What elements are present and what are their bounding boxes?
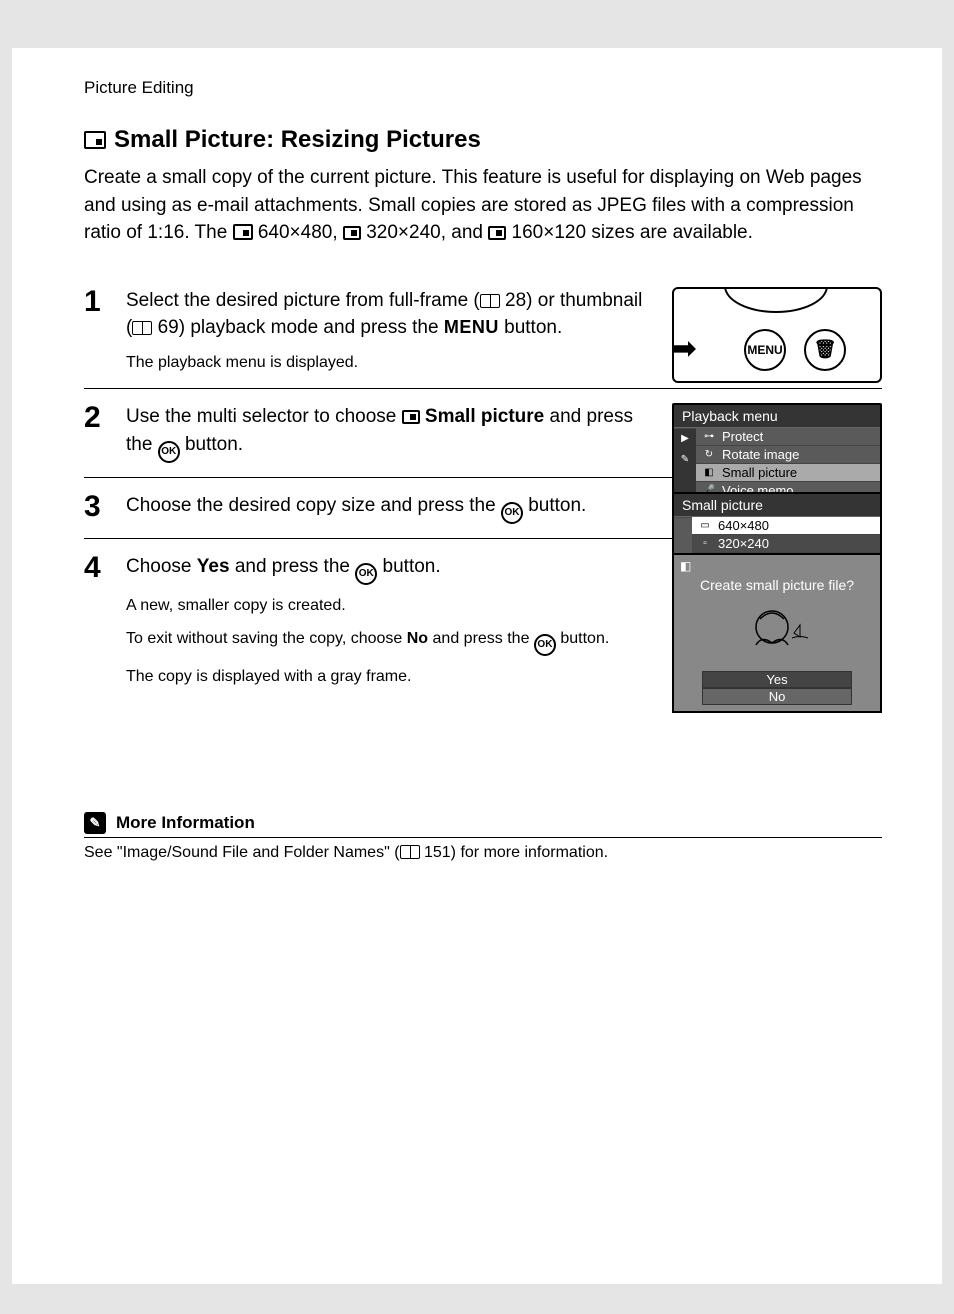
section-title: Small Picture: Resizing Pictures	[84, 126, 882, 154]
trash-button-graphic	[804, 329, 846, 371]
size-icon: ▭	[698, 520, 712, 531]
sp-badge-icon: ◧	[680, 559, 691, 573]
book-icon	[400, 845, 420, 859]
book-icon	[132, 321, 152, 335]
book-icon	[480, 294, 500, 308]
step-1: 1 Select the desired picture from full-f…	[84, 273, 882, 389]
more-info-text: See "Image/Sound File and Folder Names" …	[84, 844, 882, 862]
more-information: ✎ More Information See "Image/Sound File…	[84, 812, 882, 862]
lcd-question: Create small picture file?	[674, 577, 880, 594]
size-icon-320	[343, 226, 361, 240]
ok-icon: OK	[501, 502, 523, 524]
step-1-graphic: ➡ MENU	[672, 287, 882, 383]
lcd-item-protect: ⊶Protect	[696, 428, 880, 446]
playback-tab-icon: ▶	[681, 433, 689, 444]
step-number: 4	[84, 553, 108, 688]
lcd-title: Playback menu	[674, 405, 880, 428]
ok-icon: OK	[534, 634, 556, 656]
preview-drawing	[742, 605, 812, 660]
ok-icon: OK	[355, 563, 377, 585]
protect-icon: ⊶	[702, 431, 716, 442]
step-2: 2 Use the multi selector to choose Small…	[84, 389, 882, 478]
small-picture-icon: ◧	[702, 467, 716, 478]
rotate-icon: ↻	[702, 449, 716, 460]
small-picture-icon	[402, 410, 420, 424]
size-icon-640	[233, 224, 253, 240]
ok-icon: OK	[158, 441, 180, 463]
info-icon: ✎	[84, 812, 106, 834]
step-4-lcd: ◧ Create small picture file? Yes No	[672, 553, 882, 713]
size-icon-160	[488, 226, 506, 240]
step-number: 3	[84, 492, 108, 524]
intro-paragraph: Create a small copy of the current pictu…	[84, 164, 882, 247]
menu-button-graphic: MENU	[744, 329, 786, 371]
retouch-tab-icon: ✎	[681, 454, 689, 465]
lcd-option-no: No	[702, 688, 852, 705]
lcd-title: Small picture	[674, 494, 880, 517]
page: Picture Editing Small Picture: Resizing …	[12, 48, 942, 1284]
chapter-title: Picture Editing	[84, 78, 882, 98]
menu-label: MENU	[444, 317, 499, 337]
step-4: 4 Choose Yes and press the OK button. A …	[84, 539, 882, 702]
step-3: 3 Choose the desired copy size and press…	[84, 478, 882, 539]
step-number: 2	[84, 403, 108, 463]
lcd-option-yes: Yes	[702, 671, 852, 688]
arrow-icon: ➡	[672, 329, 697, 367]
small-picture-icon	[84, 131, 106, 149]
step-number: 1	[84, 287, 108, 374]
section-title-text: Small Picture: Resizing Pictures	[114, 126, 481, 154]
more-info-heading: More Information	[116, 813, 255, 833]
lcd-item-640: ▭640×480	[692, 517, 880, 535]
lcd-item-rotate: ↻Rotate image	[696, 446, 880, 464]
